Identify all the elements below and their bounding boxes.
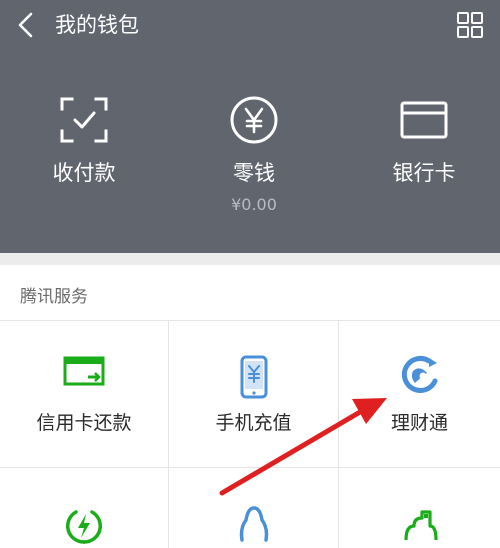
page-title: 我的钱包 [55, 13, 139, 37]
service-label: 手机充值 [215, 412, 292, 434]
service-item-5[interactable] [169, 468, 339, 548]
bank-card-button[interactable]: 银行卡 [344, 95, 500, 187]
city-service-icon [403, 510, 438, 541]
scan-pay-icon [60, 97, 108, 143]
yuan-coin-icon [230, 96, 278, 144]
qq-penguin-icon [239, 506, 268, 542]
services-grid: 信用卡还款 手机充值 理财通 [0, 320, 500, 548]
service-phone-recharge[interactable]: 手机充值 [169, 320, 339, 468]
wallet-header-panel: 我的钱包 收付款 零钱 ¥0.00 银行卡 [0, 0, 500, 253]
service-item-6[interactable] [339, 468, 500, 548]
lightning-icon [66, 510, 102, 544]
receive-pay-label: 收付款 [52, 161, 116, 185]
bank-card-label: 银行卡 [392, 161, 456, 185]
credit-card-repay-icon [63, 356, 105, 386]
services-section-title: 腾讯服务 [20, 287, 88, 307]
back-arrow-icon[interactable] [14, 11, 38, 39]
more-grid-icon[interactable] [457, 12, 483, 38]
receive-pay-button[interactable]: 收付款 [4, 95, 164, 187]
change-balance-button[interactable]: 零钱 ¥0.00 [174, 95, 334, 215]
section-divider [0, 253, 500, 265]
bank-card-icon [400, 101, 448, 139]
service-label: 理财通 [390, 412, 448, 434]
licaitong-icon [401, 356, 437, 393]
phone-recharge-icon [240, 355, 267, 399]
change-balance-amount: ¥0.00 [231, 195, 277, 214]
change-balance-label: 零钱 [233, 161, 275, 185]
service-item-4[interactable] [0, 468, 169, 548]
service-credit-card-repay[interactable]: 信用卡还款 [0, 320, 169, 468]
service-label: 信用卡还款 [36, 412, 132, 434]
service-licaitong[interactable]: 理财通 [339, 320, 500, 468]
